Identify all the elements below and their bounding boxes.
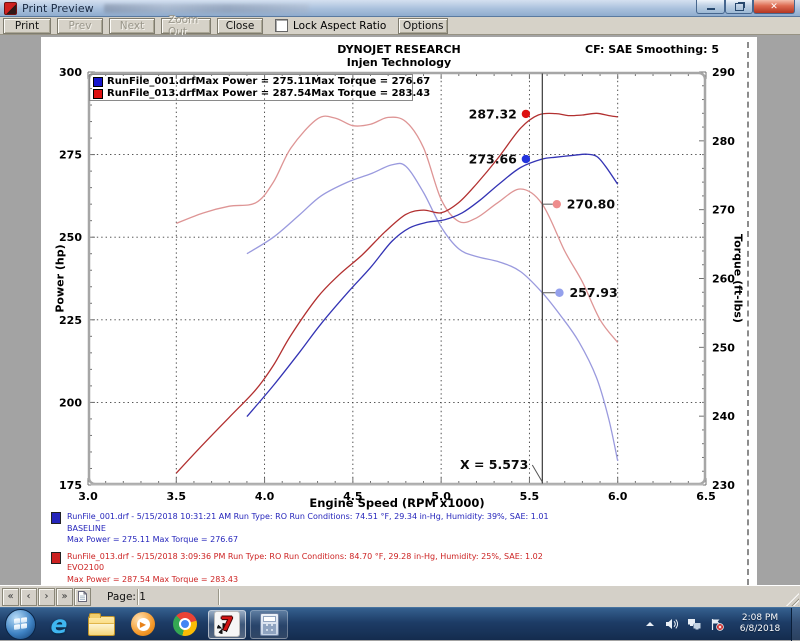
taskbar: e ▶ 7 2:08 PM 6/8/2018 [0,607,800,640]
page-number-label: Page: 1 [107,591,146,603]
next-button[interactable]: Next [109,18,155,34]
taskbar-item-media-player[interactable]: ▶ [124,610,162,639]
print-preview-toolbar: Print Prev Next Zoom Out Close Lock Aspe… [0,17,800,35]
marker-label-270.80: 270.80 [567,197,616,212]
curve-torque-runfile013 [176,116,617,342]
restore-button[interactable] [725,0,753,14]
close-button[interactable]: ✕ [753,0,795,14]
statusbar-separator [137,589,139,605]
internet-explorer-icon: e [51,612,68,637]
zoom-out-button[interactable]: Zoom Out [161,18,211,34]
svg-text:200: 200 [59,396,82,409]
run-entry-baseline: RunFile_001.drf - 5/15/2018 10:31:21 AM … [51,511,549,546]
print-button[interactable]: Print [3,18,51,34]
svg-text:290: 290 [712,66,735,79]
marker-dot-270.80 [553,200,561,208]
marker-label-273.66: 273.66 [469,152,518,167]
marker-label-287.32: 287.32 [469,106,517,121]
marker-dot-273.66 [522,155,530,163]
folder-icon [88,616,115,636]
legend-swatch-red [93,89,103,99]
preview-page: DYNOJET RESEARCH Injen Technology CF: SA… [41,37,757,585]
x-axis-title: Engine Speed (RPM x1000) [88,496,706,510]
lock-aspect-checkbox[interactable] [275,19,288,32]
torque-axis-title: Torque (ft-lbs) [732,219,745,339]
taskbar-item-calculator[interactable] [250,610,288,639]
legend-row-runfile013: RunFile_013.drf Max Power = 287.54 Max T… [93,88,409,100]
svg-text:275: 275 [59,149,82,162]
preview-area: DYNOJET RESEARCH Injen Technology CF: SA… [0,35,800,585]
power-axis-title: Power (hp) [54,219,67,339]
run-swatch-red [51,552,61,564]
system-tray: 2:08 PM 6/8/2018 [644,613,787,635]
media-player-icon: ▶ [131,612,155,636]
close-icon: ✕ [770,2,778,12]
svg-text:270: 270 [712,204,735,217]
prev-button[interactable]: Prev [57,18,103,34]
marker-label-257.93: 257.93 [569,285,617,300]
legend-swatch-blue [93,77,103,87]
run-entry-evo2100: RunFile_013.drf - 5/15/2018 3:09:36 PM R… [51,551,549,586]
first-page-button[interactable]: « [2,588,19,606]
taskbar-item-internet-explorer[interactable]: e [40,610,78,639]
statusbar: « ‹ › » Page: 1 [0,585,800,607]
network-icon[interactable] [687,618,701,630]
app-icon [4,2,17,15]
svg-text:280: 280 [712,135,735,148]
page-icon [78,591,87,602]
tray-expand-icon[interactable] [644,619,656,629]
lock-aspect-label: Lock Aspect Ratio [293,20,386,32]
minimize-icon [707,8,715,10]
report-subtitle: Injen Technology [41,56,757,69]
windows-logo-icon [14,617,27,631]
page-margin-guide [747,42,749,585]
options-button[interactable]: Options [398,18,448,34]
cursor-x-label: X = 5.573 [460,457,528,472]
taskbar-item-chrome[interactable] [166,610,204,639]
calculator-icon [260,613,279,636]
redacted-window-subtitle [104,4,309,13]
svg-text:230: 230 [712,479,735,492]
dyno-chart: 3.03.54.04.55.05.56.06.53002752502252001… [88,72,706,485]
taskbar-item-winpep-active[interactable]: 7 [208,610,246,639]
prev-page-button[interactable]: ‹ [20,588,37,606]
marker-dot-287.32 [522,110,530,118]
correction-factor-label: CF: SAE Smoothing: 5 [585,43,719,56]
svg-text:300: 300 [59,66,82,79]
resize-grip[interactable] [786,593,799,606]
statusbar-separator [218,589,220,605]
svg-text:175: 175 [59,479,82,492]
close-preview-button[interactable]: Close [217,18,263,34]
chart-legend: RunFile_001.drf Max Power = 275.11 Max T… [89,74,413,101]
legend-row-runfile001: RunFile_001.drf Max Power = 275.11 Max T… [93,76,409,88]
taskbar-item-explorer[interactable] [82,610,120,639]
page-setup-button[interactable] [74,588,91,606]
last-page-button[interactable]: » [56,588,73,606]
window-title: Print Preview [22,2,94,15]
dynojet-winpep-icon: 7 [214,611,240,637]
show-desktop-button[interactable] [791,608,800,641]
minimize-button[interactable] [696,0,725,14]
run-details: RunFile_001.drf - 5/15/2018 10:31:21 AM … [51,511,549,585]
volume-icon[interactable] [665,618,678,630]
run-swatch-blue [51,512,61,524]
restore-icon [735,3,744,11]
action-center-flag-icon[interactable] [710,618,724,631]
curve-torque-runfile001 [247,163,618,460]
marker-dot-257.93 [555,289,563,297]
next-page-button[interactable]: › [38,588,55,606]
svg-text:240: 240 [712,410,735,423]
titlebar: Print Preview ✕ [0,0,800,17]
start-button[interactable] [5,609,36,640]
curve-power-runfile001 [247,154,618,416]
taskbar-clock[interactable]: 2:08 PM 6/8/2018 [733,613,787,635]
svg-text:250: 250 [712,341,735,354]
chrome-icon [173,612,197,636]
